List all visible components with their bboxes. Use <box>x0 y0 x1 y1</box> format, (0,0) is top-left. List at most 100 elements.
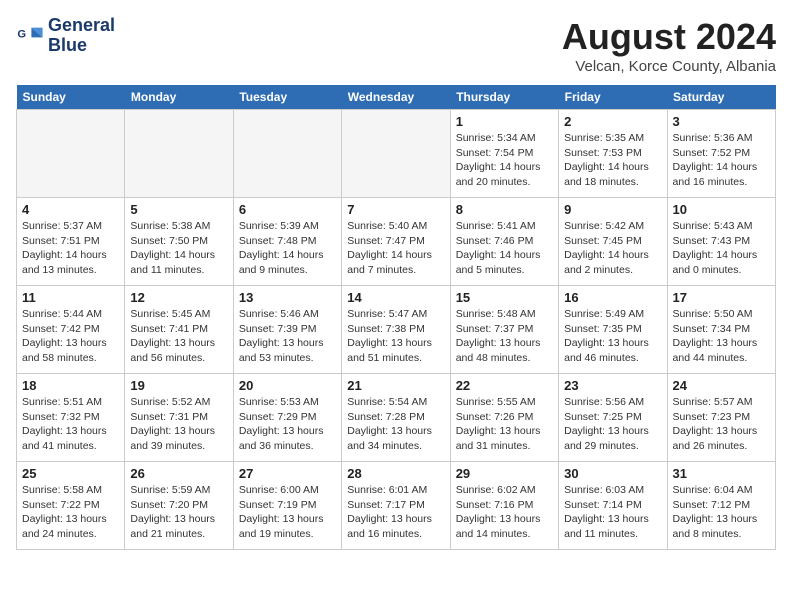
day-info: Sunrise: 5:36 AMSunset: 7:52 PMDaylight:… <box>673 131 770 190</box>
day-info: Sunrise: 5:47 AMSunset: 7:38 PMDaylight:… <box>347 307 444 366</box>
day-info: Sunrise: 5:37 AMSunset: 7:51 PMDaylight:… <box>22 219 119 278</box>
calendar-cell: 15 Sunrise: 5:48 AMSunset: 7:37 PMDayligh… <box>450 286 558 374</box>
day-number: 11 <box>22 290 119 305</box>
logo-icon: G <box>16 22 44 50</box>
day-info: Sunrise: 5:58 AMSunset: 7:22 PMDaylight:… <box>22 483 119 542</box>
day-info: Sunrise: 5:42 AMSunset: 7:45 PMDaylight:… <box>564 219 661 278</box>
calendar-cell: 4 Sunrise: 5:37 AMSunset: 7:51 PMDaylight… <box>17 198 125 286</box>
weekday-header-wednesday: Wednesday <box>342 85 450 110</box>
day-info: Sunrise: 5:49 AMSunset: 7:35 PMDaylight:… <box>564 307 661 366</box>
calendar-cell: 7 Sunrise: 5:40 AMSunset: 7:47 PMDaylight… <box>342 198 450 286</box>
day-info: Sunrise: 5:34 AMSunset: 7:54 PMDaylight:… <box>456 131 553 190</box>
calendar-cell: 29 Sunrise: 6:02 AMSunset: 7:16 PMDayligh… <box>450 462 558 550</box>
day-info: Sunrise: 6:00 AMSunset: 7:19 PMDaylight:… <box>239 483 336 542</box>
title-section: August 2024 Velcan, Korce County, Albani… <box>562 16 776 75</box>
logo-text: General Blue <box>48 16 115 56</box>
day-info: Sunrise: 5:48 AMSunset: 7:37 PMDaylight:… <box>456 307 553 366</box>
day-number: 25 <box>22 466 119 481</box>
day-info: Sunrise: 5:35 AMSunset: 7:53 PMDaylight:… <box>564 131 661 190</box>
day-info: Sunrise: 5:59 AMSunset: 7:20 PMDaylight:… <box>130 483 227 542</box>
day-info: Sunrise: 5:53 AMSunset: 7:29 PMDaylight:… <box>239 395 336 454</box>
calendar-cell <box>342 110 450 198</box>
day-number: 28 <box>347 466 444 481</box>
day-info: Sunrise: 6:02 AMSunset: 7:16 PMDaylight:… <box>456 483 553 542</box>
calendar-cell: 9Sunrise: 5:42 AMSunset: 7:45 PMDaylight… <box>559 198 667 286</box>
calendar-cell: 11 Sunrise: 5:44 AMSunset: 7:42 PMDayligh… <box>17 286 125 374</box>
day-number: 18 <box>22 378 119 393</box>
calendar-cell: 13 Sunrise: 5:46 AMSunset: 7:39 PMDayligh… <box>233 286 341 374</box>
week-row-5: 25 Sunrise: 5:58 AMSunset: 7:22 PMDayligh… <box>17 462 776 550</box>
calendar-cell: 21Sunrise: 5:54 AMSunset: 7:28 PMDayligh… <box>342 374 450 462</box>
day-number: 19 <box>130 378 227 393</box>
day-number: 5 <box>130 202 227 217</box>
day-number: 7 <box>347 202 444 217</box>
weekday-header-saturday: Saturday <box>667 85 775 110</box>
calendar-cell: 14 Sunrise: 5:47 AMSunset: 7:38 PMDayligh… <box>342 286 450 374</box>
calendar-cell: 18 Sunrise: 5:51 AMSunset: 7:32 PMDayligh… <box>17 374 125 462</box>
day-number: 15 <box>456 290 553 305</box>
calendar-cell <box>233 110 341 198</box>
weekday-header-sunday: Sunday <box>17 85 125 110</box>
day-info: Sunrise: 5:50 AMSunset: 7:34 PMDaylight:… <box>673 307 770 366</box>
svg-text:G: G <box>17 28 26 40</box>
day-number: 17 <box>673 290 770 305</box>
day-number: 10 <box>673 202 770 217</box>
day-number: 12 <box>130 290 227 305</box>
location-subtitle: Velcan, Korce County, Albania <box>562 58 776 75</box>
calendar-cell: 26 Sunrise: 5:59 AMSunset: 7:20 PMDayligh… <box>125 462 233 550</box>
calendar-cell: 10Sunrise: 5:43 AMSunset: 7:43 PMDayligh… <box>667 198 775 286</box>
calendar-cell: 17 Sunrise: 5:50 AMSunset: 7:34 PMDayligh… <box>667 286 775 374</box>
day-number: 13 <box>239 290 336 305</box>
month-year-title: August 2024 <box>562 16 776 58</box>
weekday-header-tuesday: Tuesday <box>233 85 341 110</box>
weekday-header-friday: Friday <box>559 85 667 110</box>
day-info: Sunrise: 5:51 AMSunset: 7:32 PMDaylight:… <box>22 395 119 454</box>
day-number: 2 <box>564 114 661 129</box>
weekday-header-thursday: Thursday <box>450 85 558 110</box>
day-info: Sunrise: 5:38 AMSunset: 7:50 PMDaylight:… <box>130 219 227 278</box>
day-info: Sunrise: 5:39 AMSunset: 7:48 PMDaylight:… <box>239 219 336 278</box>
day-number: 22 <box>456 378 553 393</box>
calendar-cell: 16Sunrise: 5:49 AMSunset: 7:35 PMDayligh… <box>559 286 667 374</box>
day-number: 1 <box>456 114 553 129</box>
calendar-cell: 6 Sunrise: 5:39 AMSunset: 7:48 PMDaylight… <box>233 198 341 286</box>
calendar-cell: 3Sunrise: 5:36 AMSunset: 7:52 PMDaylight… <box>667 110 775 198</box>
day-info: Sunrise: 5:46 AMSunset: 7:39 PMDaylight:… <box>239 307 336 366</box>
week-row-2: 4 Sunrise: 5:37 AMSunset: 7:51 PMDaylight… <box>17 198 776 286</box>
calendar-cell: 5 Sunrise: 5:38 AMSunset: 7:50 PMDaylight… <box>125 198 233 286</box>
weekday-header-monday: Monday <box>125 85 233 110</box>
day-info: Sunrise: 5:56 AMSunset: 7:25 PMDaylight:… <box>564 395 661 454</box>
week-row-3: 11 Sunrise: 5:44 AMSunset: 7:42 PMDayligh… <box>17 286 776 374</box>
day-info: Sunrise: 5:55 AMSunset: 7:26 PMDaylight:… <box>456 395 553 454</box>
day-number: 26 <box>130 466 227 481</box>
day-info: Sunrise: 5:41 AMSunset: 7:46 PMDaylight:… <box>456 219 553 278</box>
calendar-cell: 25 Sunrise: 5:58 AMSunset: 7:22 PMDayligh… <box>17 462 125 550</box>
day-number: 4 <box>22 202 119 217</box>
calendar-cell: 30Sunrise: 6:03 AMSunset: 7:14 PMDayligh… <box>559 462 667 550</box>
day-number: 14 <box>347 290 444 305</box>
calendar-cell: 31 Sunrise: 6:04 AMSunset: 7:12 PMDayligh… <box>667 462 775 550</box>
week-row-1: 1 Sunrise: 5:34 AMSunset: 7:54 PMDaylight… <box>17 110 776 198</box>
day-number: 29 <box>456 466 553 481</box>
day-info: Sunrise: 5:52 AMSunset: 7:31 PMDaylight:… <box>130 395 227 454</box>
calendar-cell: 24Sunrise: 5:57 AMSunset: 7:23 PMDayligh… <box>667 374 775 462</box>
page-header: G General Blue August 2024 Velcan, Korce… <box>16 16 776 75</box>
weekday-header-row: SundayMondayTuesdayWednesdayThursdayFrid… <box>17 85 776 110</box>
calendar-cell <box>125 110 233 198</box>
day-number: 23 <box>564 378 661 393</box>
calendar-cell: 23 Sunrise: 5:56 AMSunset: 7:25 PMDayligh… <box>559 374 667 462</box>
calendar-cell: 27 Sunrise: 6:00 AMSunset: 7:19 PMDayligh… <box>233 462 341 550</box>
day-number: 27 <box>239 466 336 481</box>
day-info: Sunrise: 5:44 AMSunset: 7:42 PMDaylight:… <box>22 307 119 366</box>
day-info: Sunrise: 6:04 AMSunset: 7:12 PMDaylight:… <box>673 483 770 542</box>
day-info: Sunrise: 5:45 AMSunset: 7:41 PMDaylight:… <box>130 307 227 366</box>
day-info: Sunrise: 6:03 AMSunset: 7:14 PMDaylight:… <box>564 483 661 542</box>
day-info: Sunrise: 5:40 AMSunset: 7:47 PMDaylight:… <box>347 219 444 278</box>
day-number: 31 <box>673 466 770 481</box>
day-number: 6 <box>239 202 336 217</box>
calendar-cell: 8Sunrise: 5:41 AMSunset: 7:46 PMDaylight… <box>450 198 558 286</box>
logo: G General Blue <box>16 16 115 56</box>
calendar-cell: 28Sunrise: 6:01 AMSunset: 7:17 PMDayligh… <box>342 462 450 550</box>
day-number: 24 <box>673 378 770 393</box>
calendar-cell: 19 Sunrise: 5:52 AMSunset: 7:31 PMDayligh… <box>125 374 233 462</box>
